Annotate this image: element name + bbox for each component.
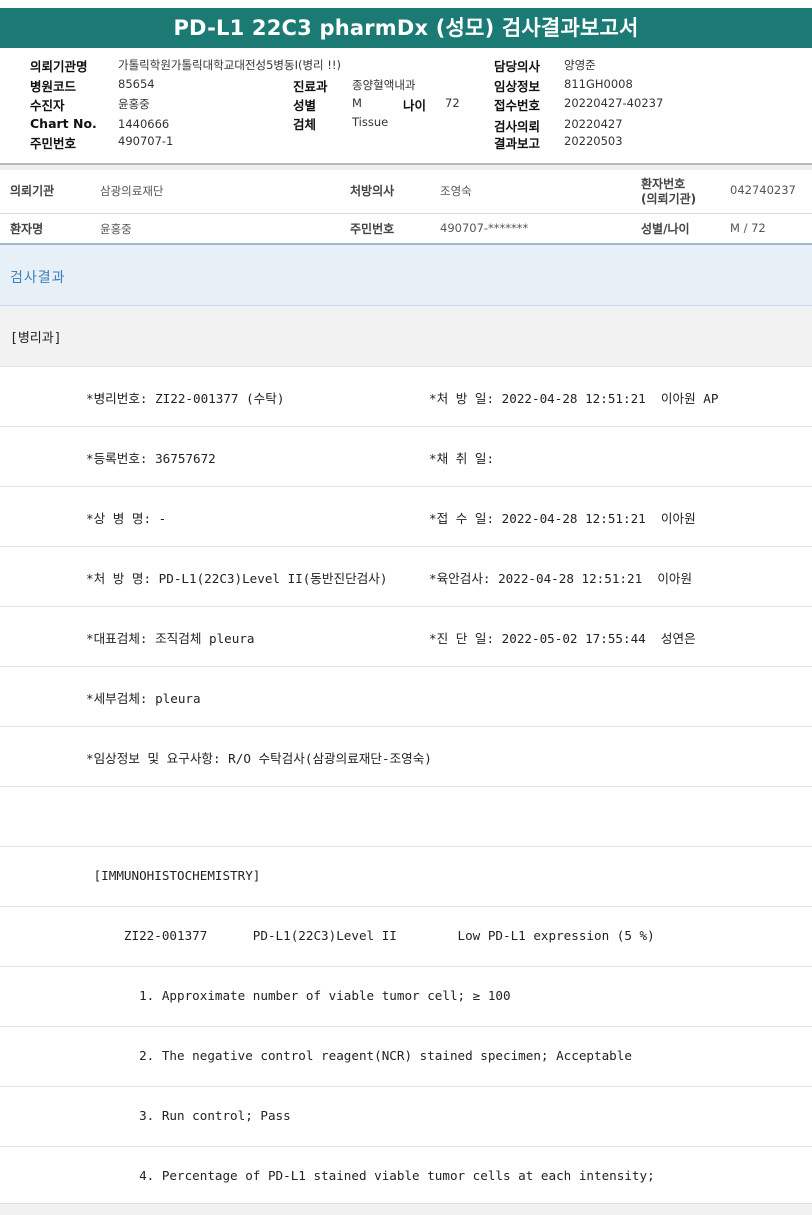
sex-age-value: M / 72 xyxy=(730,221,766,235)
report-title: PD-L1 22C3 pharmDx (성모) 검사결과보고서 xyxy=(0,8,812,48)
result-line-left: *병리번호: ZI22-001377 (수탁) xyxy=(86,391,285,406)
result-section-header: 검사결과 xyxy=(0,245,812,306)
header-label-report-date: 결과보고 xyxy=(494,136,541,151)
header-label-chart-no: Chart No. xyxy=(30,116,97,131)
header-value-specimen: Tissue xyxy=(352,115,389,129)
result-line: ZI22-001377 PD-L1(22C3)Level II Low PD-L… xyxy=(0,907,812,967)
result-line-left: *세부검체: pleura xyxy=(86,691,201,706)
header-label-age: 나이 xyxy=(403,98,427,113)
sex-age-label: 성별/나이 xyxy=(641,222,690,236)
result-line-left: 4. Percentage of PD-L1 stained viable tu… xyxy=(86,1168,655,1183)
result-line-right: *처 방 일: 2022-04-28 12:51:21 이아원 AP xyxy=(429,391,719,406)
agency-label: 의뢰기관 xyxy=(10,184,55,198)
result-line-left: 2. The negative control reagent(NCR) sta… xyxy=(86,1048,632,1063)
header-value-agency: 가톨릭학원가톨릭대학교대전성5병동I(병리 !!) xyxy=(118,58,341,72)
patient-id-sublabel: (의뢰기관) xyxy=(641,192,697,206)
patient-name-label: 환자명 xyxy=(10,222,44,236)
header-label-department: 진료과 xyxy=(293,79,328,94)
header-value-hospital-code: 85654 xyxy=(118,77,155,91)
result-line-left: *상 병 명: - xyxy=(86,511,167,526)
header-label-physician: 담당의사 xyxy=(494,59,541,74)
result-line: *임상정보 및 요구사항: R/O 수탁검사(삼광의료재단-조영숙) xyxy=(0,727,812,787)
result-line: *상 병 명: - *접 수 일: 2022-04-28 12:51:21 이아원 xyxy=(0,487,812,547)
agency-value: 삼광의료재단 xyxy=(100,184,164,198)
header-value-sex: M xyxy=(352,96,362,110)
result-line-right: *채 취 일: xyxy=(429,451,495,466)
result-line-left: *임상정보 및 요구사항: R/O 수탁검사(삼광의료재단-조영숙) xyxy=(86,751,432,766)
result-line: *대표검체: 조직검체 pleura *진 단 일: 2022-05-02 17:… xyxy=(0,607,812,667)
patient-name-value: 윤홍중 xyxy=(100,222,132,236)
result-section-title: 검사결과 xyxy=(10,270,66,286)
result-line: [IMMUNOHISTOCHEMISTRY] xyxy=(0,847,812,907)
result-line-left: ZI22-001377 PD-L1(22C3)Level II Low PD-L… xyxy=(86,928,655,943)
result-line-left: [IMMUNOHISTOCHEMISTRY] xyxy=(86,868,261,883)
result-line: 2. The negative control reagent(NCR) sta… xyxy=(0,1027,812,1087)
result-line-left: *등록번호: 36757672 xyxy=(86,451,216,466)
patient-info-row: 의뢰기관 삼광의료재단 처방의사 조영숙 환자번호 (의뢰기관) 0427402… xyxy=(0,170,812,214)
header-value-department: 종양혈액내과 xyxy=(352,78,416,92)
rrn-value: 490707-******* xyxy=(440,221,529,235)
result-line xyxy=(0,787,812,847)
result-line-right: *접 수 일: 2022-04-28 12:51:21 이아원 xyxy=(429,511,696,526)
header-label-rrn: 주민번호 xyxy=(30,136,77,151)
header-label-hospital-code: 병원코드 xyxy=(30,79,77,94)
result-line: *병리번호: ZI22-001377 (수탁) *처 방 일: 2022-04-2… xyxy=(0,367,812,427)
result-line-left: *처 방 명: PD-L1(22C3)Level II(동반진단검사) xyxy=(86,571,388,586)
bottom-strip xyxy=(0,1203,812,1215)
patient-info-row: 환자명 윤홍중 주민번호 490707-******* 성별/나이 M / 72 xyxy=(0,214,812,243)
header-value-rrn: 490707-1 xyxy=(118,134,174,148)
department-label: [병리과] xyxy=(10,331,62,346)
result-lines: *병리번호: ZI22-001377 (수탁) *처 방 일: 2022-04-2… xyxy=(0,367,812,1207)
result-line: 4. Percentage of PD-L1 stained viable tu… xyxy=(0,1147,812,1207)
header-value-report-date: 20220503 xyxy=(564,134,623,148)
header-value-physician: 양영준 xyxy=(564,58,596,72)
header-label-sex: 성별 xyxy=(293,98,317,113)
result-line: *등록번호: 36757672 *채 취 일: xyxy=(0,427,812,487)
department-row: [병리과] xyxy=(0,306,812,367)
result-line-right: *진 단 일: 2022-05-02 17:55:44 성연은 xyxy=(429,631,696,646)
rrn-label: 주민번호 xyxy=(350,222,395,236)
patient-id-value: 042740237 xyxy=(730,183,796,197)
header-value-examinee: 윤홍중 xyxy=(118,97,150,111)
patient-info-table: 의뢰기관 삼광의료재단 처방의사 조영숙 환자번호 (의뢰기관) 0427402… xyxy=(0,170,812,245)
header-value-accession-no: 20220427-40237 xyxy=(564,96,664,110)
header-value-request-date: 20220427 xyxy=(564,117,623,131)
prescriber-value: 조영숙 xyxy=(440,184,472,198)
header-label-agency: 의뢰기관명 xyxy=(30,59,88,74)
result-line: 3. Run control; Pass xyxy=(0,1087,812,1147)
header-label-clinical-info: 임상정보 xyxy=(494,79,541,94)
header-value-chart-no: 1440666 xyxy=(118,117,170,131)
result-line-right: *육안검사: 2022-04-28 12:51:21 이아원 xyxy=(429,571,693,586)
prescriber-label: 처방의사 xyxy=(350,184,395,198)
header-value-age: 72 xyxy=(445,96,460,110)
result-line-left: *대표검체: 조직검체 pleura xyxy=(86,631,255,646)
header-label-specimen: 검체 xyxy=(293,117,317,132)
result-line-left: 1. Approximate number of viable tumor ce… xyxy=(86,988,511,1003)
header-label-examinee: 수진자 xyxy=(30,98,65,113)
result-line: *세부검체: pleura xyxy=(0,667,812,727)
result-line: *처 방 명: PD-L1(22C3)Level II(동반진단검사) *육안검사… xyxy=(0,547,812,607)
header-value-clinical-info: 811GH0008 xyxy=(564,77,633,91)
result-line: 1. Approximate number of viable tumor ce… xyxy=(0,967,812,1027)
header-label-accession-no: 접수번호 xyxy=(494,98,541,113)
result-line-left: 3. Run control; Pass xyxy=(86,1108,291,1123)
